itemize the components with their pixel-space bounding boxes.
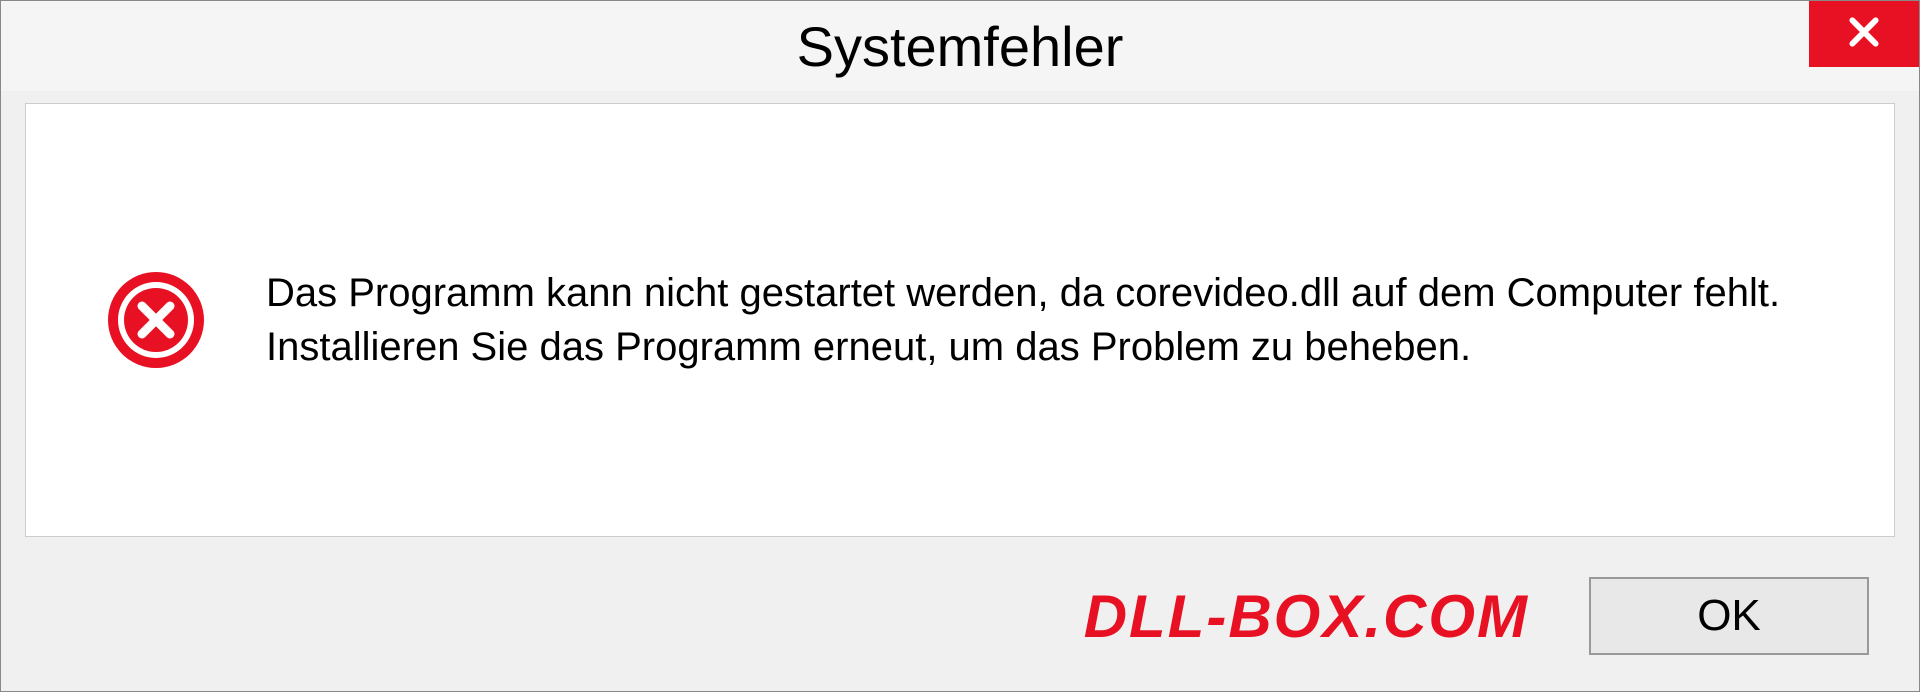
error-message: Das Programm kann nicht gestartet werden… bbox=[266, 266, 1814, 374]
error-dialog: Systemfehler Das Programm kann nicht ges… bbox=[0, 0, 1920, 692]
ok-button[interactable]: OK bbox=[1589, 577, 1869, 655]
close-button[interactable] bbox=[1809, 1, 1919, 67]
error-icon bbox=[106, 270, 206, 370]
dialog-title: Systemfehler bbox=[797, 14, 1124, 79]
titlebar: Systemfehler bbox=[1, 1, 1919, 91]
content-area: Das Programm kann nicht gestartet werden… bbox=[25, 103, 1895, 537]
dialog-footer: DLL-BOX.COM OK bbox=[1, 561, 1919, 691]
watermark-text: DLL-BOX.COM bbox=[1084, 582, 1529, 651]
close-icon bbox=[1844, 12, 1884, 57]
